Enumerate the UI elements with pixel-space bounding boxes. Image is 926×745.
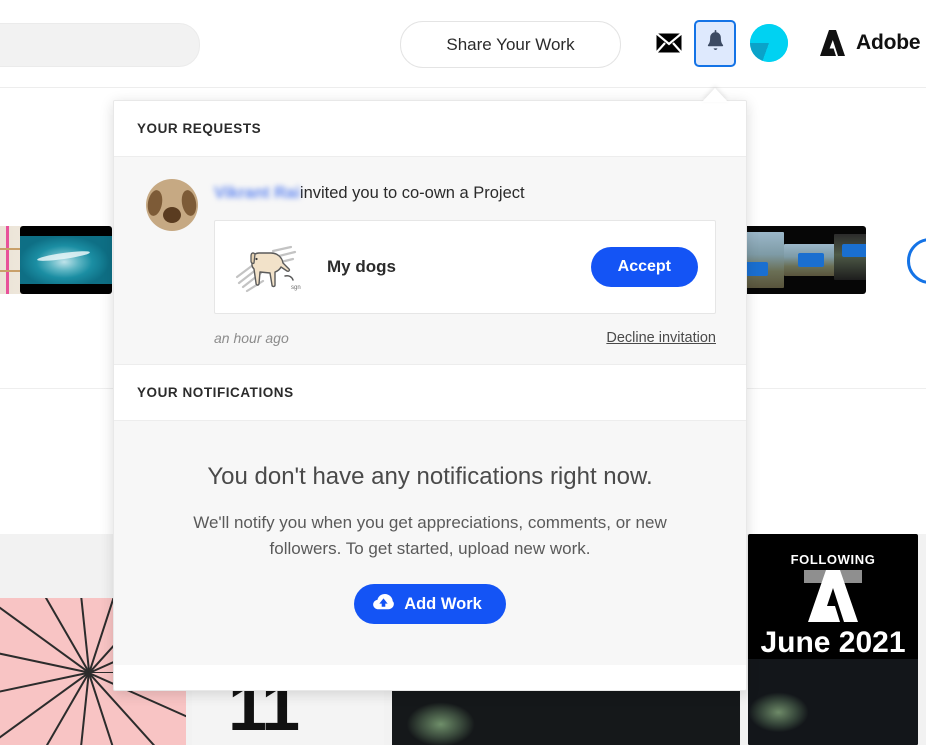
notifications-dropdown-panel: YOUR REQUESTS Vikrant Raiinvited you to … xyxy=(113,100,747,691)
bell-icon xyxy=(705,29,726,58)
request-footer: an hour ago Decline invitation xyxy=(114,313,746,364)
empty-state-subtitle: We'll notify you when you get appreciati… xyxy=(193,512,667,558)
request-content: Vikrant Raiinvited you to co-own a Proje… xyxy=(214,179,716,314)
underwater-thumbnail[interactable] xyxy=(20,226,112,294)
notifications-empty-state: You don't have any notifications right n… xyxy=(114,420,746,665)
app-root: 74–11 FOLLOWING June 2021 Share Your Wor… xyxy=(0,0,926,745)
adobe-a-logo-icon xyxy=(804,570,862,622)
dog-avatar-icon[interactable] xyxy=(146,179,198,231)
request-item: Vikrant Raiinvited you to co-own a Proje… xyxy=(114,157,746,365)
empty-state-title: You don't have any notifications right n… xyxy=(207,462,653,490)
top-header-bar: Share Your Work Adobe xyxy=(0,0,926,88)
following-month: June 2021 xyxy=(760,626,906,659)
share-your-work-label: Share Your Work xyxy=(446,34,575,54)
add-work-button[interactable]: Add Work xyxy=(354,584,506,625)
svg-text:sgn: sgn xyxy=(291,285,301,291)
following-card[interactable]: FOLLOWING June 2021 xyxy=(748,534,918,745)
project-title: My dogs xyxy=(327,256,396,276)
request-message-line: Vikrant Raiinvited you to co-own a Proje… xyxy=(214,179,716,204)
request-row: Vikrant Raiinvited you to co-own a Proje… xyxy=(114,179,746,314)
notifications-section-heading: YOUR NOTIFICATIONS xyxy=(114,364,746,421)
envelope-icon[interactable] xyxy=(654,29,684,57)
add-work-label: Add Work xyxy=(404,594,482,613)
blue-car-thumbnail[interactable] xyxy=(744,226,866,294)
following-badge: FOLLOWING xyxy=(790,552,876,567)
request-user-name[interactable]: Vikrant Rai xyxy=(214,183,300,204)
dropdown-caret xyxy=(702,88,728,102)
user-avatar[interactable] xyxy=(750,24,788,62)
request-message-text: invited you to co-own a Project xyxy=(299,184,525,202)
accept-button[interactable]: Accept xyxy=(590,246,698,287)
requests-section-heading: YOUR REQUESTS xyxy=(114,101,746,157)
cloud-upload-icon xyxy=(373,593,395,615)
project-invite-card[interactable]: sgn My dogs Accept xyxy=(214,219,716,314)
decline-invitation-link[interactable]: Decline invitation xyxy=(606,330,716,346)
request-timestamp: an hour ago xyxy=(214,329,289,346)
adobe-a-logo-icon xyxy=(819,30,847,56)
following-card-photo xyxy=(748,659,918,745)
dog-sketch-thumbnail-icon: sgn xyxy=(233,236,307,297)
share-your-work-button[interactable]: Share Your Work xyxy=(400,21,621,68)
notifications-bell-button[interactable] xyxy=(694,20,736,67)
adobe-brand[interactable]: Adobe xyxy=(819,26,921,60)
adobe-brand-label: Adobe xyxy=(856,31,921,54)
search-input[interactable] xyxy=(0,23,200,67)
